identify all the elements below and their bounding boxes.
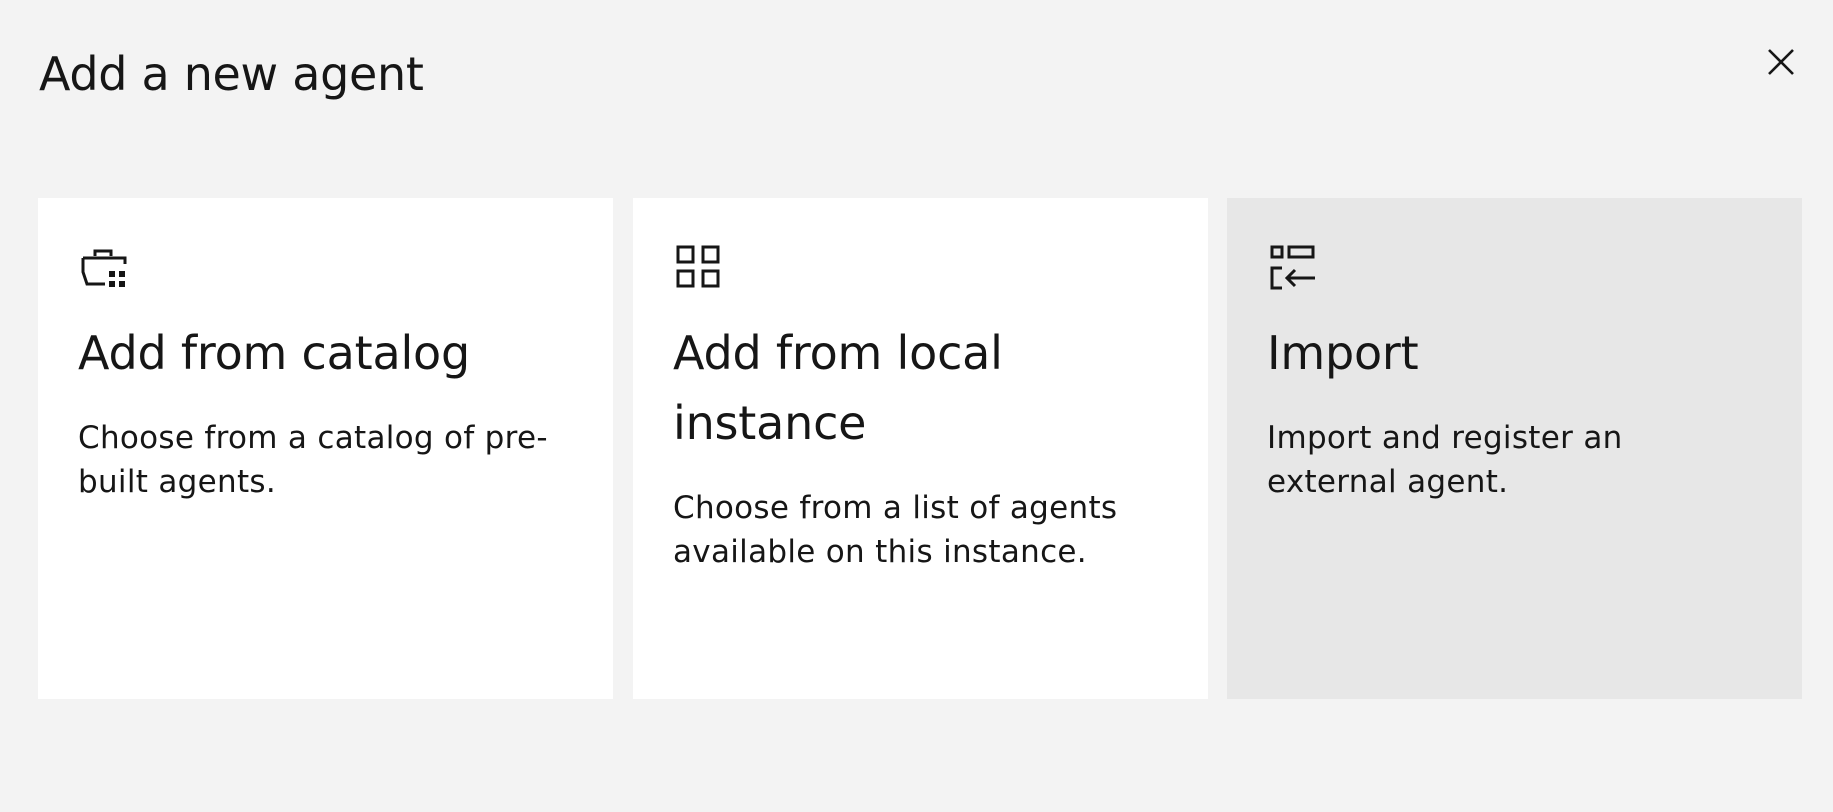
card-description: Import and register an external agent. (1267, 420, 1623, 500)
card-title: Import (1267, 326, 1419, 380)
add-from-catalog-card[interactable]: Add from catalog Choose from a catalog o… (38, 198, 613, 699)
add-from-local-instance-card[interactable]: Add from local instance Choose from a li… (633, 198, 1208, 699)
import-card[interactable]: Import Import and register an external a… (1227, 198, 1802, 699)
card-title: Add from catalog (78, 326, 470, 380)
card-description: Choose from a list of agents available o… (673, 490, 1118, 570)
close-icon (1768, 49, 1794, 75)
catalog-icon (81, 249, 127, 287)
card-description: Choose from a catalog of pre-built agent… (78, 420, 548, 500)
close-button[interactable] (1755, 36, 1807, 88)
modal-title: Add a new agent (39, 47, 424, 101)
import-icon (1270, 245, 1315, 290)
grid-icon (676, 245, 720, 288)
card-title: Add from local instance (673, 326, 1003, 450)
